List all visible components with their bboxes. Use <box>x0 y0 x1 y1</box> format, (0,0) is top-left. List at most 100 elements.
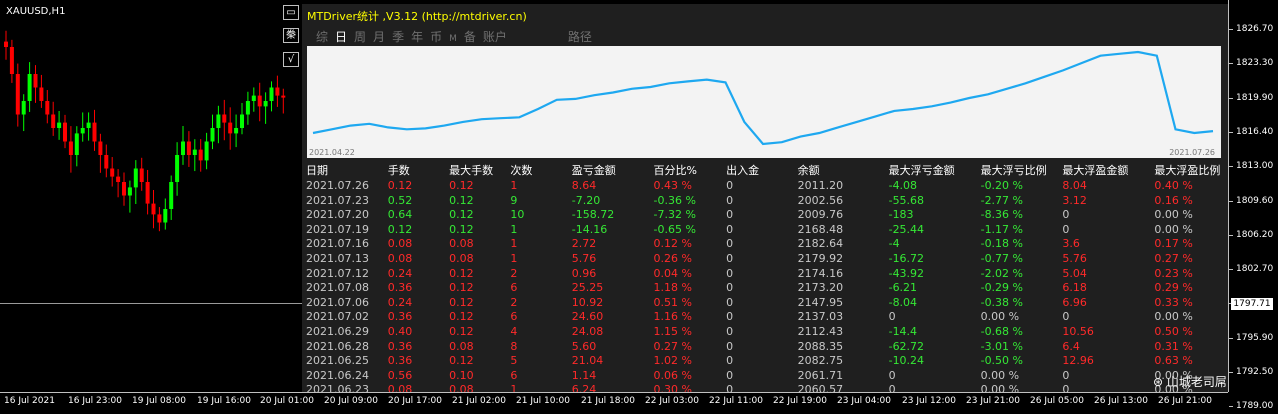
table-cell: -7.32 % <box>653 208 696 222</box>
table-row[interactable]: 2021.07.19 0.12 0.12 1 -14.16 -0.65 % 0 2168.48… <box>306 223 1226 238</box>
table-cell: -8.36 % <box>980 208 1024 222</box>
table-cell: 0.00 % <box>1154 222 1193 236</box>
panel-tabs: 综日周月季年币 M 备账户 路径 <box>316 28 599 45</box>
table-cell: 2179.92 <box>797 251 844 265</box>
tab-4[interactable]: 季 <box>392 28 404 45</box>
price-tick-mark <box>1229 372 1233 373</box>
candle-body <box>222 114 227 123</box>
table-cell: 0.17 % <box>1154 237 1193 251</box>
table-row[interactable]: 2021.07.12 0.24 0.12 2 0.96 0.04 % 0 2174.16 -43… <box>306 267 1226 282</box>
table-row[interactable]: 2021.07.20 0.64 0.12 10 -158.72 -7.32 % 0 2009.… <box>306 208 1226 223</box>
table-cell: 3.12 <box>1062 193 1087 207</box>
minimize-button[interactable]: ▭ <box>283 5 299 20</box>
candle-body <box>133 168 138 188</box>
candle-body <box>9 47 14 74</box>
table-row[interactable]: 2021.06.28 0.36 0.08 8 5.60 0.27 % 0 2088.35 -62… <box>306 340 1226 355</box>
table-cell: 0.26 % <box>653 251 692 265</box>
price-tick-label: 1802.70 <box>1236 264 1274 275</box>
time-tick-label: 22 Jul 11:00 <box>709 396 763 406</box>
time-tick-label: 26 Jul 13:00 <box>1094 396 1148 406</box>
watermark: ⊛ 山城老司屌 <box>1153 375 1227 389</box>
table-cell: 0.33 % <box>1154 295 1193 309</box>
candle-body <box>33 74 38 88</box>
tab-8[interactable]: 备 <box>464 28 476 45</box>
tab-5[interactable]: 年 <box>411 28 423 45</box>
sqrt-button[interactable]: √ <box>283 52 299 67</box>
table-cell: 1.14 <box>571 368 597 382</box>
time-tick-label: 19 Jul 16:00 <box>197 396 251 406</box>
price-chart[interactable]: XAUUSD,H1 ▭ 䅈 √ MTDriver统计 ,V3.12 (http:… <box>0 0 1229 396</box>
candle-body <box>127 187 132 196</box>
table-cell: 0.08 <box>387 251 413 265</box>
table-cell: 0.43 % <box>653 179 692 192</box>
table-cell: -183 <box>888 208 914 222</box>
table-row[interactable]: 2021.07.08 0.36 0.12 6 25.25 1.18 % 0 2173.20 -6… <box>306 281 1226 296</box>
table-cell: 0.29 % <box>1154 281 1193 295</box>
table-cell: 2088.35 <box>797 339 844 353</box>
table-cell: 6 <box>510 281 518 295</box>
table-cell: 10.56 <box>1062 324 1094 338</box>
table-cell: 0 <box>726 266 734 280</box>
tab-2[interactable]: 周 <box>354 28 366 45</box>
table-row[interactable]: 2021.07.13 0.08 0.08 1 5.76 0.26 % 0 2179.92 -16… <box>306 252 1226 267</box>
table-row[interactable]: 2021.07.16 0.08 0.08 1 2.72 0.12 % 0 2182.64 -4 -… <box>306 237 1226 252</box>
table-cell: -3.01 % <box>980 339 1024 353</box>
candle-body <box>57 122 62 128</box>
tab-1[interactable]: 日 <box>335 28 347 45</box>
time-tick-label: 22 Jul 19:00 <box>773 396 827 406</box>
table-cell: 0.36 <box>387 339 413 353</box>
candle-body <box>15 74 20 115</box>
table-cell: 0.12 <box>449 193 474 207</box>
candle-body <box>104 155 109 169</box>
candle-body <box>257 95 262 107</box>
table-cell: 0.64 <box>387 208 413 222</box>
tab-0[interactable]: 综 <box>316 28 328 45</box>
time-axis: 16 Jul 2021 16 Jul 23:00 19 Jul 08:00 19 Ju… <box>0 392 1228 414</box>
column-header: 最大手数 <box>449 164 494 177</box>
table-row[interactable]: 2021.07.06 0.24 0.12 2 10.92 0.51 % 0 2147.95 -8… <box>306 296 1226 311</box>
tab-9[interactable]: 账户 <box>483 28 507 45</box>
table-cell: 2021.07.16 <box>306 237 369 251</box>
candle-body <box>157 214 162 223</box>
table-cell: 0 <box>726 354 734 368</box>
price-tick-mark <box>1229 200 1233 202</box>
table-cell: 5.04 <box>1062 266 1087 280</box>
table-cell: 4 <box>510 324 518 338</box>
table-cell: 0.10 <box>449 368 474 382</box>
price-tick-label: 1816.40 <box>1236 126 1274 137</box>
time-tick-label: 26 Jul 21:00 <box>1158 396 1212 406</box>
calc-button[interactable]: 䅈 <box>283 28 299 43</box>
column-header: 最大浮亏金额 <box>888 164 955 177</box>
candle-body <box>210 128 215 142</box>
table-cell: 2061.71 <box>797 368 844 382</box>
table-row[interactable]: 2021.07.23 0.52 0.12 9 -7.20 -0.36 % 0 2002.56 -… <box>306 194 1226 209</box>
column-header: 百分比% <box>653 164 697 177</box>
tab-path[interactable]: 路径 <box>568 28 592 45</box>
table-cell: 0.08 <box>387 237 413 251</box>
table-cell: 0.12 <box>387 222 413 236</box>
table-row[interactable]: 2021.07.02 0.36 0.12 6 24.60 1.16 % 0 2137.03 0 0… <box>306 310 1226 325</box>
candle-body <box>228 122 233 134</box>
table-cell: 5.60 <box>571 339 597 353</box>
table-row[interactable]: 2021.07.26 0.12 0.12 1 8.64 0.43 % 0 2011.20 -4.… <box>306 179 1226 194</box>
table-cell: -2.02 % <box>980 266 1024 280</box>
table-row[interactable]: 2021.06.24 0.56 0.10 6 1.14 0.06 % 0 2061.71 0 0.… <box>306 369 1226 384</box>
tab-7[interactable]: M <box>449 34 457 44</box>
table-cell: -14.16 <box>571 222 608 236</box>
tab-3[interactable]: 月 <box>373 28 385 45</box>
table-cell: -7.20 <box>571 193 601 207</box>
table-cell: 0.12 % <box>653 237 692 251</box>
table-cell: 2021.07.13 <box>306 251 369 265</box>
table-row[interactable]: 2021.06.29 0.40 0.12 4 24.08 1.15 % 0 2112.43 -1… <box>306 325 1226 340</box>
equity-start-date: 2021.04.22 <box>309 148 355 157</box>
candle-body <box>122 182 126 196</box>
price-tick-label: 1826.70 <box>1236 24 1274 34</box>
table-cell: 0.36 <box>387 281 413 295</box>
tab-6[interactable]: 币 <box>430 28 442 45</box>
price-tick-mark <box>1229 337 1233 339</box>
table-cell: -4.08 <box>888 179 918 192</box>
table-row[interactable]: 2021.06.25 0.36 0.12 5 21.04 1.02 % 0 2082.75 -1… <box>306 354 1226 369</box>
table-cell: 2 <box>510 266 518 280</box>
time-tick-label: 16 Jul 23:00 <box>68 396 122 406</box>
table-cell: 2011.20 <box>797 179 844 192</box>
